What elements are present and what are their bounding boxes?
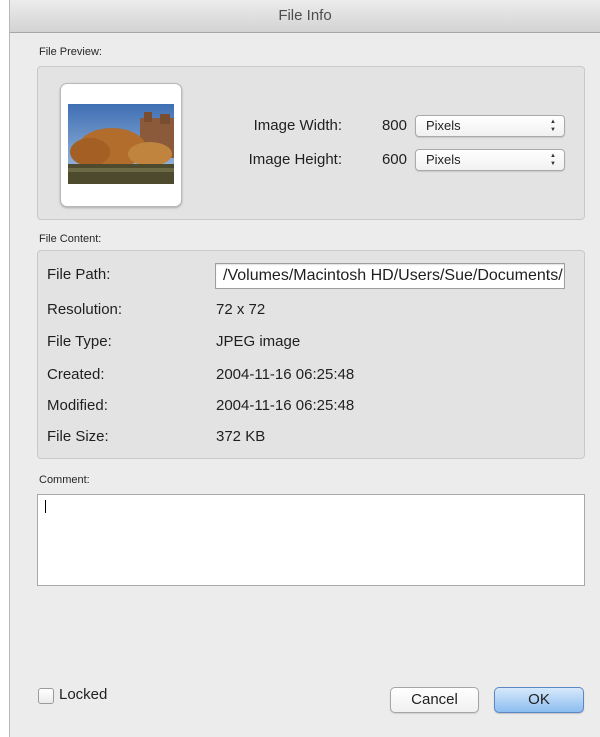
image-height-label: Image Height:: [248, 151, 342, 168]
image-height-unit-select[interactable]: Pixels ▲ ▼: [415, 149, 565, 171]
locked-checkbox[interactable]: [38, 688, 54, 704]
created-label: Created:: [47, 366, 105, 383]
image-width-value: 800: [381, 117, 407, 134]
file-path-label: File Path:: [47, 266, 111, 283]
file-info-dialog: File Info File Preview: Image Width: 800…: [10, 0, 600, 737]
image-thumbnail: [60, 83, 182, 207]
comment-textarea[interactable]: [37, 494, 585, 586]
up-down-chevrons-icon: ▲ ▼: [550, 153, 556, 167]
file-type-value: JPEG image: [216, 333, 301, 350]
up-down-chevrons-icon: ▲ ▼: [550, 119, 556, 133]
comment-label: Comment:: [39, 474, 90, 486]
image-height-unit-value: Pixels: [426, 152, 461, 167]
file-size-value: 372 KB: [216, 428, 266, 445]
created-value: 2004-11-16 06:25:48: [216, 366, 355, 383]
file-path-field[interactable]: /Volumes/Macintosh HD/Users/Sue/Document…: [215, 263, 565, 289]
image-width-unit-select[interactable]: Pixels ▲ ▼: [415, 115, 565, 137]
text-cursor: [45, 500, 46, 513]
file-type-label: File Type:: [47, 333, 112, 350]
cancel-button[interactable]: Cancel: [390, 687, 479, 713]
resolution-value: 72 x 72: [216, 301, 266, 318]
image-width-unit-value: Pixels: [426, 118, 461, 133]
modified-label: Modified:: [47, 397, 108, 414]
thumbnail-photo: [68, 104, 174, 184]
image-width-label: Image Width:: [253, 117, 342, 134]
image-height-value: 600: [381, 151, 407, 168]
ok-button[interactable]: OK: [494, 687, 584, 713]
file-preview-label: File Preview:: [39, 46, 102, 58]
file-content-label: File Content:: [39, 233, 102, 245]
modified-value: 2004-11-16 06:25:48: [216, 397, 355, 414]
resolution-label: Resolution:: [47, 301, 123, 318]
locked-label[interactable]: Locked: [59, 686, 107, 703]
file-size-label: File Size:: [47, 428, 109, 445]
file-path-value: /Volumes/Macintosh HD/Users/Sue/Document…: [223, 267, 564, 284]
window-title: File Info: [10, 0, 600, 33]
